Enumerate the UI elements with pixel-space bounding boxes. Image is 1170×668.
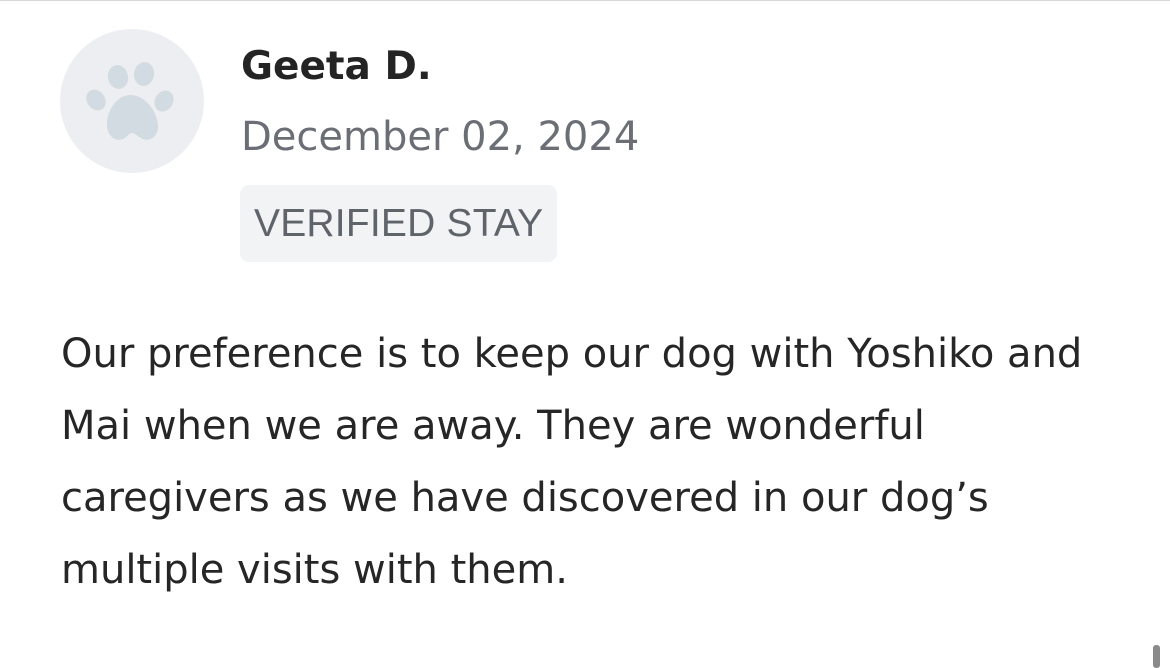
avatar (60, 29, 204, 173)
scrollbar-thumb[interactable] (1153, 645, 1160, 668)
verified-stay-label: VERIFIED STAY (254, 201, 544, 245)
review-card: Geeta D. December 02, 2024 VERIFIED STAY… (0, 0, 1170, 668)
review-body: Our preference is to keep our dog with Y… (61, 331, 1083, 593)
verified-stay-badge: VERIFIED STAY (240, 185, 558, 262)
reviewer-name: Geeta D. (241, 44, 432, 89)
paw-print-icon (86, 62, 174, 140)
review-date: December 02, 2024 (241, 114, 640, 160)
